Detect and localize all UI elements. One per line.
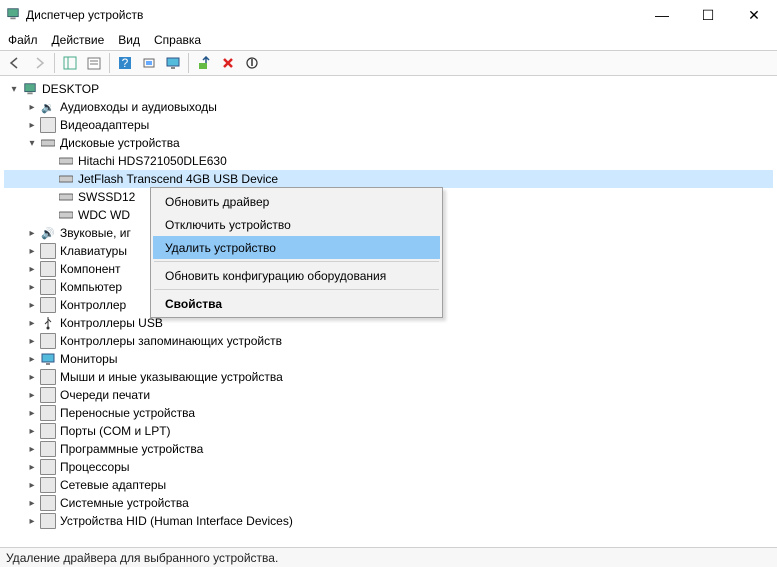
menu-properties[interactable]: Свойства (153, 292, 440, 315)
category-software-devices[interactable]: ▸Программные устройства (4, 440, 773, 458)
forward-button[interactable] (28, 52, 50, 74)
disk-item-selected[interactable]: JetFlash Transcend 4GB USB Device (4, 170, 773, 188)
disk-drive-icon (58, 171, 74, 187)
expand-icon[interactable]: ▸ (26, 371, 38, 383)
category-portable[interactable]: ▸Переносные устройства (4, 404, 773, 422)
disk-drive-icon (58, 153, 74, 169)
expand-icon[interactable]: ▸ (26, 353, 38, 365)
computer-icon (22, 81, 38, 97)
root-label: DESKTOP (42, 82, 99, 96)
back-button[interactable] (4, 52, 26, 74)
category-network[interactable]: ▸Сетевые адаптеры (4, 476, 773, 494)
expand-icon[interactable]: ▸ (26, 443, 38, 455)
monitor-button[interactable] (162, 52, 184, 74)
svg-text:?: ? (122, 56, 129, 70)
menu-disable-device[interactable]: Отключить устройство (153, 213, 440, 236)
expand-icon[interactable]: ▸ (26, 317, 38, 329)
disk-icon (40, 135, 56, 151)
display-adapter-icon (40, 117, 56, 133)
context-menu: Обновить драйвер Отключить устройство Уд… (150, 187, 443, 318)
expand-icon[interactable]: ▸ (26, 479, 38, 491)
uninstall-button[interactable] (217, 52, 239, 74)
hid-icon (40, 513, 56, 529)
expand-icon[interactable]: ▸ (26, 281, 38, 293)
system-device-icon (40, 495, 56, 511)
category-storage-controllers[interactable]: ▸Контроллеры запоминающих устройств (4, 332, 773, 350)
menu-separator (154, 289, 439, 290)
portable-device-icon (40, 405, 56, 421)
category-ports[interactable]: ▸Порты (COM и LPT) (4, 422, 773, 440)
expand-icon[interactable]: ▸ (26, 263, 38, 275)
menu-file[interactable]: Файл (8, 33, 38, 47)
expand-icon[interactable]: ▸ (26, 227, 38, 239)
expand-icon[interactable]: ▸ (26, 461, 38, 473)
close-button[interactable]: ✕ (731, 0, 777, 30)
statusbar: Удаление драйвера для выбранного устройс… (0, 547, 777, 567)
cpu-icon (40, 459, 56, 475)
properties-button[interactable] (83, 52, 105, 74)
show-hide-tree-button[interactable] (59, 52, 81, 74)
storage-controller-icon (40, 333, 56, 349)
controller-icon (40, 297, 56, 313)
titlebar: Диспетчер устройств — ☐ ✕ (0, 0, 777, 30)
minimize-button[interactable]: — (639, 0, 685, 30)
software-device-icon (40, 441, 56, 457)
keyboard-icon (40, 243, 56, 259)
monitor-icon (40, 351, 56, 367)
component-icon (40, 261, 56, 277)
category-video[interactable]: ▸Видеоадаптеры (4, 116, 773, 134)
status-text: Удаление драйвера для выбранного устройс… (6, 551, 278, 565)
audio-icon: 🔉 (40, 99, 56, 115)
usb-icon (40, 315, 56, 331)
network-adapter-icon (40, 477, 56, 493)
disk-drive-icon (58, 207, 74, 223)
help-button[interactable]: ? (114, 52, 136, 74)
collapse-icon[interactable]: ▾ (26, 137, 38, 149)
expand-icon[interactable]: ▸ (26, 101, 38, 113)
expand-icon[interactable]: ▸ (26, 299, 38, 311)
window-title: Диспетчер устройств (26, 8, 143, 22)
menu-separator (154, 261, 439, 262)
expand-icon[interactable]: ▸ (26, 119, 38, 131)
menu-view[interactable]: Вид (118, 33, 140, 47)
expand-icon[interactable]: ▸ (26, 425, 38, 437)
pc-icon (40, 279, 56, 295)
window-controls: — ☐ ✕ (639, 0, 777, 30)
scan-button[interactable] (138, 52, 160, 74)
expand-icon[interactable]: ▸ (26, 389, 38, 401)
expand-icon[interactable]: ▸ (26, 515, 38, 527)
disk-item[interactable]: Hitachi HDS721050DLE630 (4, 152, 773, 170)
mouse-icon (40, 369, 56, 385)
expand-icon[interactable]: ▸ (26, 407, 38, 419)
maximize-button[interactable]: ☐ (685, 0, 731, 30)
tree-root[interactable]: ▾ DESKTOP (4, 80, 773, 98)
category-monitors[interactable]: ▸Мониторы (4, 350, 773, 368)
disable-button[interactable] (241, 52, 263, 74)
app-icon (6, 7, 20, 24)
menu-help[interactable]: Справка (154, 33, 201, 47)
category-hid[interactable]: ▸Устройства HID (Human Interface Devices… (4, 512, 773, 530)
expand-icon[interactable]: ▸ (26, 335, 38, 347)
menu-uninstall-device[interactable]: Удалить устройство (153, 236, 440, 259)
menu-action[interactable]: Действие (52, 33, 105, 47)
expand-icon[interactable]: ▸ (26, 497, 38, 509)
category-cpu[interactable]: ▸Процессоры (4, 458, 773, 476)
port-icon (40, 423, 56, 439)
disk-drive-icon (58, 189, 74, 205)
update-driver-button[interactable] (193, 52, 215, 74)
expand-icon[interactable]: ▸ (26, 245, 38, 257)
printer-icon (40, 387, 56, 403)
collapse-icon[interactable]: ▾ (8, 83, 20, 95)
category-mice[interactable]: ▸Мыши и иные указывающие устройства (4, 368, 773, 386)
sound-icon: 🔊 (40, 225, 56, 241)
category-system-devices[interactable]: ▸Системные устройства (4, 494, 773, 512)
menubar: Файл Действие Вид Справка (0, 30, 777, 50)
toolbar: ? (0, 50, 777, 76)
menu-scan-hardware[interactable]: Обновить конфигурацию оборудования (153, 264, 440, 287)
menu-update-driver[interactable]: Обновить драйвер (153, 190, 440, 213)
category-disk[interactable]: ▾Дисковые устройства (4, 134, 773, 152)
category-print-queues[interactable]: ▸Очереди печати (4, 386, 773, 404)
category-audio[interactable]: ▸🔉Аудиовходы и аудиовыходы (4, 98, 773, 116)
